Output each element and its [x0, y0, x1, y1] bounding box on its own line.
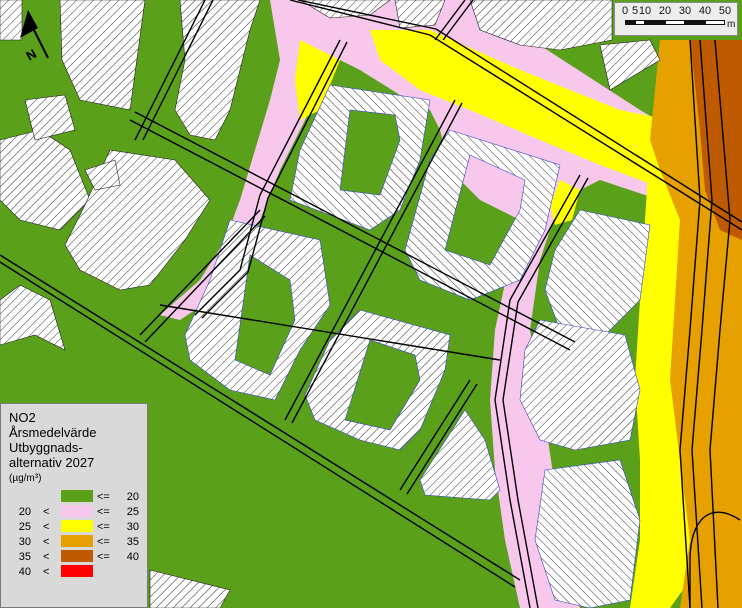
scale-segment	[665, 20, 685, 25]
scale-segment	[625, 20, 635, 25]
legend: NO2 Årsmedelvärde Utbyggnads-alternativ 20…	[0, 403, 148, 608]
legend-title-line: NO2	[9, 410, 36, 425]
legend-unit: (µg/m³)	[9, 473, 42, 484]
scale-tick-label: 50	[718, 5, 732, 17]
scale-tick-label: 20	[658, 5, 672, 17]
legend-swatch	[61, 535, 93, 547]
scale-segment	[645, 20, 665, 25]
legend-row: <= 20	[9, 490, 141, 505]
legend-lower-bound: 20	[18, 506, 31, 518]
scale-tick-label: 40	[698, 5, 712, 17]
legend-swatch	[61, 550, 93, 562]
legend-title-line: alternativ 2027	[9, 455, 95, 470]
map-view[interactable]: N NO2 Årsmedelvärde Utbyggnads-alternativ …	[0, 0, 742, 608]
scale-segment	[705, 20, 725, 25]
legend-row: 40 <	[9, 565, 141, 580]
legend-swatch	[61, 520, 93, 532]
legend-le-symbol: <=	[97, 521, 110, 533]
scale-unit: m	[727, 19, 736, 30]
legend-upper-bound: 35	[126, 536, 139, 548]
scale-tick-label: 0	[621, 5, 629, 17]
legend-classes: <= 20 20 < <= 25 25 < <= 30 30 < <= 35 35 < <= 40 40 <	[9, 490, 141, 580]
legend-title-line: Årsmedelvärde	[9, 425, 97, 440]
legend-row: 25 < <= 30	[9, 520, 141, 535]
legend-upper-bound: 20	[126, 491, 139, 503]
legend-upper-bound: 40	[126, 551, 139, 563]
legend-le-symbol: <=	[97, 551, 110, 563]
scale-tick-label: 5	[631, 5, 639, 17]
legend-lt-symbol: <	[43, 566, 50, 578]
legend-lt-symbol: <	[43, 521, 50, 533]
legend-le-symbol: <=	[97, 506, 110, 518]
legend-lt-symbol: <	[43, 536, 50, 548]
scale-tick-label: 10	[638, 5, 652, 17]
scale-segment	[635, 20, 645, 25]
legend-le-symbol: <=	[97, 536, 110, 548]
legend-le-symbol: <=	[97, 491, 110, 503]
legend-upper-bound: 30	[126, 521, 139, 533]
legend-swatch	[61, 490, 93, 502]
legend-row: 30 < <= 35	[9, 535, 141, 550]
legend-title: NO2 Årsmedelvärde Utbyggnads-alternativ 20…	[9, 410, 141, 470]
scale-tick-label: 30	[678, 5, 692, 17]
legend-lower-bound: 25	[18, 521, 31, 533]
legend-lt-symbol: <	[43, 506, 50, 518]
legend-row: 35 < <= 40	[9, 550, 141, 565]
scale-bar: m 0 5 10 20 30 40 50	[614, 2, 738, 36]
legend-row: 20 < <= 25	[9, 505, 141, 520]
legend-upper-bound: 25	[126, 506, 139, 518]
legend-swatch	[61, 565, 93, 577]
legend-lower-bound: 35	[18, 551, 31, 563]
legend-title-line: Utbyggnads-	[9, 440, 83, 455]
legend-lt-symbol: <	[43, 551, 50, 563]
scale-segment	[685, 20, 705, 25]
legend-lower-bound: 40	[18, 566, 31, 578]
legend-lower-bound: 30	[18, 536, 31, 548]
legend-swatch	[61, 505, 93, 517]
